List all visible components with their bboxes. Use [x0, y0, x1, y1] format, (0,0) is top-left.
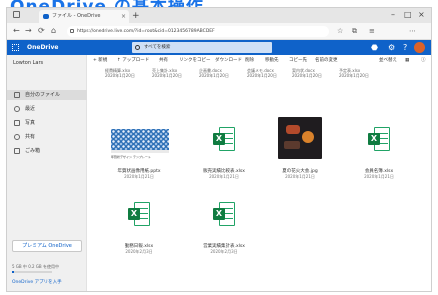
file-date: 2020年1月21日	[285, 174, 315, 179]
collections-icon[interactable]: ⧉	[352, 25, 357, 37]
favorite-icon[interactable]: ☆	[337, 25, 343, 37]
file-date: 2020年2月3日	[125, 249, 153, 254]
command-bar: + 新規 ↑ アップロード 共有 リンクをコピー ダウンロード 削除 移動先 コ…	[87, 55, 431, 67]
excel-file-icon: X	[213, 202, 235, 226]
sidebar: Lowton Lars 自分のファイル 最近 写真 共有 ごみ箱 プレミアム O…	[7, 55, 87, 291]
download-button[interactable]: ダウンロード	[215, 55, 242, 67]
sidebar-user-name: Lowton Lars	[13, 60, 44, 66]
share-icon	[14, 134, 20, 140]
file-tile[interactable]: X 勤務日報.xlsx 2020年2月3日	[109, 188, 169, 268]
onedrive-favicon-icon	[43, 14, 49, 19]
rename-button[interactable]: 名前の変更	[315, 55, 338, 67]
sidebar-item-label: 最近	[25, 106, 36, 112]
partial-file-date: 2020年1月20日	[339, 73, 369, 78]
file-area: + 新規 ↑ アップロード 共有 リンクをコピー ダウンロード 削除 移動先 コ…	[87, 55, 431, 291]
upload-button[interactable]: ↑ アップロード	[117, 55, 149, 67]
browser-window: ファイル - OneDrive × + – □ × ← → ⟳ ⌂ https:…	[6, 7, 432, 292]
file-tile[interactable]: X 会員名簿.xlsx 2020年1月21日	[349, 113, 409, 193]
file-tile[interactable]: 年賀状デザイン テンプレート 年賀状画像用紙.pptx 2020年1月21日	[109, 113, 169, 193]
sidebar-item-label: 写真	[25, 120, 36, 126]
file-tile[interactable]: X 販売実績比較表.xlsx 2020年1月21日	[194, 113, 254, 193]
sidebar-item-my-files[interactable]: 自分のファイル	[7, 90, 87, 100]
minimize-icon[interactable]: –	[391, 9, 395, 21]
tab-close-icon[interactable]: ×	[121, 10, 126, 23]
tab-bar: ファイル - OneDrive × + – □ ×	[7, 8, 431, 23]
refresh-icon[interactable]: ⟳	[38, 25, 45, 37]
sidebar-item-label: 自分のファイル	[25, 92, 61, 98]
help-icon[interactable]: ?	[403, 41, 407, 54]
partial-row-labels: 経費精算.xlsx 2020年1月20日 売上集計.xlsx 2020年1月20日 企画…	[87, 68, 431, 80]
new-button[interactable]: + 新規	[93, 55, 107, 67]
url-field[interactable]: https://onedrive.live.com/?id=root&cid=0…	[67, 26, 329, 37]
avatar[interactable]	[414, 42, 425, 53]
excel-file-icon: X	[368, 127, 390, 151]
partial-file-date: 2020年1月20日	[105, 73, 135, 78]
onedrive-header: OneDrive すべてを検索 ⬣ ⚙ ?	[7, 40, 431, 55]
partial-file-date: 2020年1月20日	[152, 73, 182, 78]
share-button[interactable]: 共有	[159, 55, 168, 67]
folder-icon	[14, 92, 20, 98]
url-text: https://onedrive.live.com/?id=root&cid=0…	[77, 29, 215, 34]
storage-text[interactable]: 5 GB 中 0.2 GB を使用中	[12, 264, 59, 270]
new-tab-button[interactable]: +	[132, 10, 140, 22]
close-window-icon[interactable]: ×	[418, 9, 425, 21]
view-options-icon[interactable]: ▦	[405, 55, 409, 67]
file-date: 2020年1月21日	[364, 174, 394, 179]
search-icon	[135, 45, 140, 50]
premium-icon[interactable]: ⬣	[371, 41, 378, 54]
partial-file-date: 2020年1月20日	[292, 73, 322, 78]
premium-button[interactable]: プレミアム OneDrive	[12, 240, 82, 252]
storage-bar	[12, 271, 52, 273]
trash-icon	[14, 148, 20, 154]
tab-onedrive[interactable]: ファイル - OneDrive ×	[39, 10, 129, 23]
tab-actions-icon[interactable]	[13, 11, 20, 18]
sidebar-item-recycle-bin[interactable]: ごみ箱	[7, 146, 87, 156]
file-date: 2020年1月21日	[209, 174, 239, 179]
photo-icon	[14, 120, 20, 126]
reading-list-icon[interactable]: ≡	[369, 25, 375, 37]
sidebar-item-shared[interactable]: 共有	[7, 132, 87, 142]
back-icon[interactable]: ←	[13, 25, 20, 37]
more-icon[interactable]: ⋯	[409, 25, 416, 37]
sort-button[interactable]: 並べ替え	[379, 55, 397, 67]
sidebar-item-label: ごみ箱	[25, 148, 41, 154]
storage-bar-fill	[12, 271, 14, 273]
clock-icon	[14, 106, 20, 112]
sidebar-item-recent[interactable]: 最近	[7, 104, 87, 114]
home-icon[interactable]: ⌂	[51, 25, 56, 37]
partial-file-date: 2020年1月20日	[247, 73, 277, 78]
screenshot-root: OneDrive の基本操作 ファイル - OneDrive × + – □ ×…	[0, 0, 438, 295]
sidebar-item-photos[interactable]: 写真	[7, 118, 87, 128]
onedrive-title[interactable]: OneDrive	[27, 40, 58, 55]
get-apps-link[interactable]: OneDrive アプリを入手	[12, 279, 62, 285]
copy-link-button[interactable]: リンクをコピー	[179, 55, 211, 67]
search-placeholder: すべてを検索	[144, 45, 171, 50]
excel-file-icon: X	[128, 202, 150, 226]
forward-icon[interactable]: →	[25, 25, 32, 37]
settings-icon[interactable]: ⚙	[388, 41, 395, 54]
file-date: 2020年1月21日	[124, 174, 154, 179]
move-to-button[interactable]: 移動先	[265, 55, 279, 67]
app-launcher-icon[interactable]	[12, 44, 19, 51]
file-date: 2020年2月3日	[210, 249, 238, 254]
info-icon[interactable]: ⓘ	[421, 55, 426, 67]
file-tile[interactable]: 夏の花火大会.jpg 2020年1月21日	[270, 113, 330, 193]
excel-file-icon: X	[213, 127, 235, 151]
address-bar: ← → ⟳ ⌂ https://onedrive.live.com/?id=ro…	[7, 23, 431, 40]
tab-title: ファイル - OneDrive	[52, 13, 101, 19]
file-tile[interactable]: X 営業実績集計表.xlsx 2020年2月3日	[194, 188, 254, 268]
sidebar-item-label: 共有	[25, 134, 36, 140]
search-input[interactable]: すべてを検索	[132, 42, 272, 53]
delete-button[interactable]: 削除	[245, 55, 254, 67]
partial-file-date: 2020年1月20日	[199, 73, 229, 78]
lace-template-thumbnail	[111, 129, 169, 153]
photo-thumbnail	[278, 117, 322, 159]
thumbnail-caption: 年賀状デザイン テンプレート	[111, 155, 151, 159]
copy-to-button[interactable]: コピー先	[289, 55, 307, 67]
maximize-icon[interactable]: □	[404, 9, 412, 21]
lock-icon	[70, 29, 74, 33]
